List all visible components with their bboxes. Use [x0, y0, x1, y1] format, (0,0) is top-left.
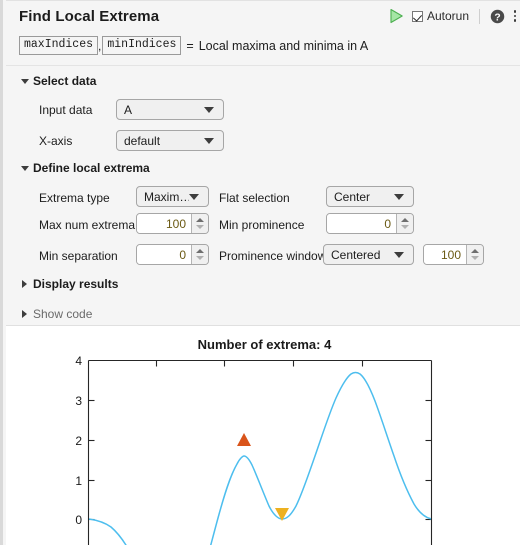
chevron-down-icon	[189, 193, 199, 200]
section-define-local-extrema[interactable]: Define local extrema	[3, 161, 520, 177]
section-show-code[interactable]: Show code	[3, 307, 520, 323]
stepper-buttons[interactable]	[192, 214, 208, 233]
chevron-right-icon	[22, 310, 27, 318]
output-plot: Number of extrema: 4 4 3 2 1 0	[6, 326, 520, 545]
kebab-menu-icon[interactable]	[513, 9, 517, 24]
stepper-up-icon[interactable]	[471, 249, 479, 253]
max-num-extrema-stepper[interactable]: 100	[136, 213, 209, 234]
section-display-results[interactable]: Display results	[3, 277, 520, 293]
task-summary-row: maxIndices, minIndices = Local maxima and m…	[6, 34, 520, 58]
chevron-down-icon	[21, 79, 29, 84]
header-divider	[6, 65, 520, 66]
max-num-extrema-value[interactable]: 100	[137, 214, 192, 233]
section-select-data[interactable]: Select data	[3, 74, 520, 90]
page-title: Find Local Extrema	[19, 8, 160, 25]
label-extrema-type: Extrema type	[39, 191, 110, 205]
prominence-window-size-stepper[interactable]: 100	[423, 244, 484, 265]
extrema-type-dropdown[interactable]: Maxim…	[136, 186, 209, 207]
stepper-buttons[interactable]	[467, 245, 483, 264]
play-icon[interactable]	[389, 8, 404, 24]
label-min-separation: Min separation	[39, 249, 118, 263]
svg-text:2: 2	[75, 434, 82, 448]
output-variable-min[interactable]: minIndices	[102, 36, 182, 55]
local-maxima-marker	[237, 433, 251, 446]
min-prominence-stepper[interactable]: 0	[326, 213, 414, 234]
stepper-up-icon[interactable]	[196, 249, 204, 253]
chevron-down-icon	[394, 193, 404, 200]
stepper-up-icon[interactable]	[401, 218, 409, 222]
stepper-buttons[interactable]	[397, 214, 413, 233]
stepper-down-icon[interactable]	[401, 225, 409, 229]
chevron-down-icon	[204, 137, 214, 144]
stepper-buttons[interactable]	[192, 245, 208, 264]
y-axis-ticks	[88, 399, 95, 521]
live-task-panel: Find Local Extrema Autorun ? maxIndices …	[0, 0, 520, 545]
svg-text:0: 0	[75, 513, 82, 527]
prominence-window-size-value[interactable]: 100	[424, 245, 467, 264]
plot-canvas: 4 3 2 1 0	[75, 354, 433, 545]
x-axis-dropdown[interactable]: default	[116, 130, 224, 151]
local-minima-marker	[275, 508, 289, 521]
toolbar-divider	[479, 8, 480, 24]
section-label-define-extrema: Define local extrema	[33, 161, 150, 175]
section-label-show-code: Show code	[33, 307, 93, 321]
prominence-window-value: Centered	[331, 247, 381, 262]
stepper-down-icon[interactable]	[196, 225, 204, 229]
section-label-select-data: Select data	[33, 74, 97, 88]
input-data-value: A	[124, 102, 133, 117]
section-label-display-results: Display results	[33, 277, 119, 291]
extrema-type-value: Maxim…	[144, 189, 189, 204]
autorun-label: Autorun	[426, 9, 469, 23]
plot-axes	[87, 359, 433, 545]
svg-text:3: 3	[75, 394, 82, 408]
svg-text:4: 4	[75, 354, 82, 368]
header-toolbar: Autorun ?	[389, 8, 517, 24]
stepper-down-icon[interactable]	[471, 256, 479, 260]
min-separation-value[interactable]: 0	[137, 245, 192, 264]
autorun-checkbox[interactable]: Autorun	[411, 9, 469, 23]
y-axis-tick-labels: 4 3 2 1 0	[75, 354, 82, 527]
task-header: Find Local Extrema Autorun ?	[6, 1, 520, 33]
summary-description: Local maxima and minima in A	[198, 38, 369, 53]
svg-text:1: 1	[75, 474, 82, 488]
chevron-down-icon	[394, 251, 404, 258]
help-icon[interactable]: ?	[490, 9, 505, 24]
label-x-axis: X-axis	[39, 134, 73, 148]
chevron-right-icon	[22, 280, 27, 288]
min-separation-stepper[interactable]: 0	[136, 244, 209, 265]
label-input-data: Input data	[39, 103, 93, 117]
x-axis-value: default	[124, 133, 161, 148]
input-data-line	[89, 371, 431, 545]
x-axis-ticks-top	[155, 360, 364, 367]
label-prominence-window: Prominence window	[219, 249, 327, 263]
prominence-window-dropdown[interactable]: Centered	[323, 244, 414, 265]
chevron-down-icon	[21, 166, 29, 171]
stepper-down-icon[interactable]	[196, 256, 204, 260]
summary-equals: =	[186, 38, 194, 53]
stepper-up-icon[interactable]	[196, 218, 204, 222]
output-variable-max[interactable]: maxIndices	[19, 36, 99, 55]
checkbox-box	[411, 10, 423, 22]
flat-selection-dropdown[interactable]: Center	[326, 186, 414, 207]
svg-text:?: ?	[494, 12, 500, 23]
label-max-num-extrema: Max num extrema	[39, 218, 136, 232]
chevron-down-icon	[204, 106, 214, 113]
flat-selection-value: Center	[334, 189, 371, 204]
min-prominence-value[interactable]: 0	[327, 214, 397, 233]
input-data-dropdown[interactable]: A	[116, 99, 224, 120]
y-axis-ticks-right	[425, 399, 432, 521]
label-min-prominence: Min prominence	[219, 218, 305, 232]
label-flat-selection: Flat selection	[219, 191, 290, 205]
